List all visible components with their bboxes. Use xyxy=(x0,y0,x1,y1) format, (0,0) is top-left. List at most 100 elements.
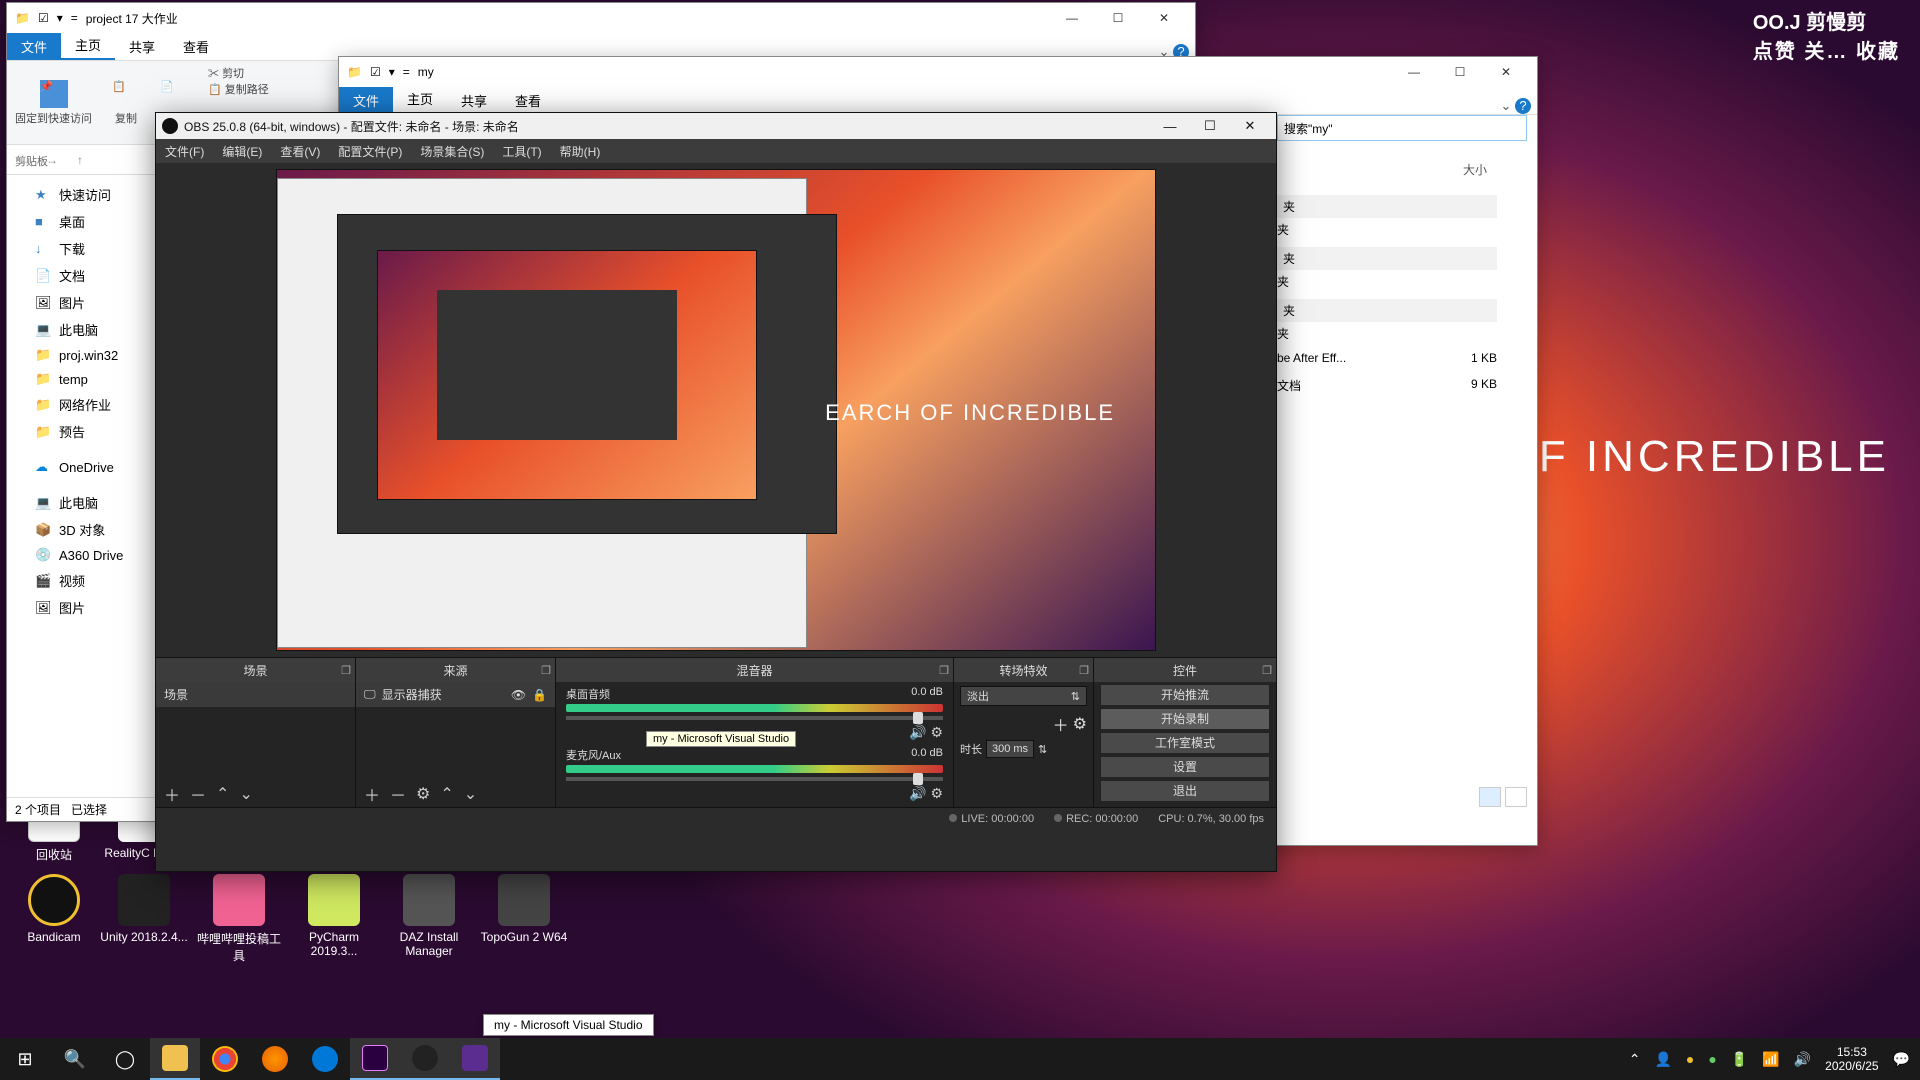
titlebar[interactable]: 📁 ☑ ▾= project 17 大作业 — ☐ ✕ xyxy=(7,3,1195,33)
obs-titlebar[interactable]: OBS 25.0.8 (64-bit, windows) - 配置文件: 未命名… xyxy=(156,113,1276,139)
studio-mode-button[interactable]: 工作室模式 xyxy=(1100,732,1270,754)
view-icons-button[interactable] xyxy=(1505,787,1527,807)
volume-slider[interactable] xyxy=(566,716,943,720)
list-item[interactable]: 夹 xyxy=(1277,325,1497,342)
ribbon-pin-to-quick[interactable]: 📌固定到快速访问 xyxy=(15,65,92,140)
close-button[interactable]: ✕ xyxy=(1483,57,1529,87)
detach-icon[interactable]: ❐ xyxy=(341,664,351,677)
taskbar-app-firefox[interactable] xyxy=(250,1038,300,1080)
move-up-button[interactable]: ⌃ xyxy=(440,784,453,804)
notifications-icon[interactable]: 💬 xyxy=(1893,1051,1910,1068)
tab-share[interactable]: 共享 xyxy=(115,33,169,60)
taskbar-app-obs[interactable] xyxy=(400,1038,450,1080)
list-item[interactable]: 夹 xyxy=(1277,247,1497,270)
search-input[interactable]: 搜索"my" xyxy=(1277,115,1527,141)
close-button[interactable]: ✕ xyxy=(1230,113,1270,139)
ribbon-copy-path[interactable]: 📋 复制路径 xyxy=(208,81,269,97)
start-button[interactable]: ⊞ xyxy=(0,1038,50,1080)
menu-tools[interactable]: 工具(T) xyxy=(493,143,550,160)
desktop-icon-bandicam[interactable]: Bandicam xyxy=(10,874,98,944)
tray-volume-icon[interactable]: 🔊 xyxy=(1794,1051,1811,1068)
obs-preview[interactable]: EARCH OF INCREDIBLE xyxy=(276,169,1156,651)
taskbar-app-explorer[interactable] xyxy=(150,1038,200,1080)
add-scene-button[interactable]: ＋ xyxy=(164,782,180,806)
minimize-button[interactable]: — xyxy=(1391,57,1437,87)
move-up-button[interactable]: ⌃ xyxy=(216,784,229,804)
menu-file[interactable]: 文件(F) xyxy=(156,143,213,160)
source-item[interactable]: 🖵 显示器捕获 👁 🔒 xyxy=(356,682,555,707)
tab-view[interactable]: 查看 xyxy=(501,87,555,114)
detach-icon[interactable]: ❐ xyxy=(1079,664,1089,677)
tray-bandicam-icon[interactable]: ● xyxy=(1686,1051,1694,1067)
tab-file[interactable]: 文件 xyxy=(339,87,393,114)
maximize-button[interactable]: ☐ xyxy=(1095,3,1141,33)
tab-home[interactable]: 主页 xyxy=(61,31,115,60)
detach-icon[interactable]: ❐ xyxy=(939,664,949,677)
list-item[interactable]: 夹 xyxy=(1277,273,1497,290)
nav-up[interactable]: ↑ xyxy=(69,149,91,171)
taskbar-app-premiere[interactable] xyxy=(350,1038,400,1080)
list-item[interactable]: 夹 xyxy=(1277,221,1497,238)
settings-button[interactable]: 设置 xyxy=(1100,756,1270,778)
exit-button[interactable]: 退出 xyxy=(1100,780,1270,802)
desktop-icon-topogun[interactable]: TopoGun 2 W64 xyxy=(480,874,568,944)
tray-people-icon[interactable]: 👤 xyxy=(1654,1051,1671,1068)
desktop-icon-pycharm[interactable]: PyCharm 2019.3... xyxy=(290,874,378,958)
remove-scene-button[interactable]: － xyxy=(190,782,206,806)
remove-source-button[interactable]: － xyxy=(390,782,406,806)
visibility-icon[interactable]: 👁 xyxy=(511,688,526,702)
tab-home[interactable]: 主页 xyxy=(393,85,447,114)
minimize-button[interactable]: — xyxy=(1150,113,1190,139)
tab-share[interactable]: 共享 xyxy=(447,87,501,114)
taskbar-app-edge[interactable] xyxy=(300,1038,350,1080)
search-button[interactable]: 🔍 xyxy=(50,1038,100,1080)
detach-icon[interactable]: ❐ xyxy=(1262,664,1272,677)
taskbar-app-visual-studio[interactable] xyxy=(450,1038,500,1080)
list-item[interactable]: 文档9 KB xyxy=(1277,377,1497,394)
ribbon-cut[interactable]: ✂ 剪切 xyxy=(208,65,269,81)
view-details-button[interactable] xyxy=(1479,787,1501,807)
lock-icon[interactable]: 🔒 xyxy=(532,688,547,702)
gear-icon[interactable]: ⚙ xyxy=(930,724,943,740)
transition-select[interactable]: 淡出⇅ xyxy=(960,686,1087,706)
mute-button[interactable]: 🔊 xyxy=(909,724,926,740)
list-item[interactable]: 夹 xyxy=(1277,195,1497,218)
maximize-button[interactable]: ☐ xyxy=(1190,113,1230,139)
tab-file[interactable]: 文件 xyxy=(7,33,61,60)
menu-profile[interactable]: 配置文件(P) xyxy=(329,143,411,160)
menu-scene-collection[interactable]: 场景集合(S) xyxy=(411,143,493,160)
minimize-button[interactable]: — xyxy=(1049,3,1095,33)
list-item[interactable]: be After Eff...1 KB xyxy=(1277,351,1497,365)
transition-settings-button[interactable]: ⚙ xyxy=(1073,714,1087,734)
tray-battery-icon[interactable]: 🔋 xyxy=(1731,1051,1748,1068)
duration-input[interactable] xyxy=(986,740,1034,758)
move-down-button[interactable]: ⌄ xyxy=(239,784,252,804)
titlebar[interactable]: 📁 ☑▾= my — ☐ ✕ xyxy=(339,57,1537,87)
desktop-icon-unity[interactable]: Unity 2018.2.4... xyxy=(100,874,188,944)
column-header-size[interactable]: 大小 xyxy=(1463,161,1487,178)
list-item[interactable]: 夹 xyxy=(1277,299,1497,322)
taskbar-app-chrome[interactable] xyxy=(200,1038,250,1080)
tray-network-icon[interactable]: 📶 xyxy=(1762,1051,1779,1068)
ribbon-copy[interactable]: 📋复制 xyxy=(112,65,140,140)
gear-icon[interactable]: ⚙ xyxy=(930,785,943,801)
task-view-button[interactable]: ◯ xyxy=(100,1038,150,1080)
scene-item[interactable]: 场景 xyxy=(156,682,355,707)
tray-input-icon[interactable]: ● xyxy=(1708,1051,1716,1067)
taskbar-clock[interactable]: 15:53 2020/6/25 xyxy=(1825,1045,1878,1074)
close-button[interactable]: ✕ xyxy=(1141,3,1187,33)
menu-view[interactable]: 查看(V) xyxy=(271,143,329,160)
start-recording-button[interactable]: 开始录制 xyxy=(1100,708,1270,730)
tab-view[interactable]: 查看 xyxy=(169,33,223,60)
tray-overflow-icon[interactable]: ⌃ xyxy=(1629,1051,1641,1068)
desktop-icon-daz-install[interactable]: DAZ Install Manager xyxy=(385,874,473,958)
maximize-button[interactable]: ☐ xyxy=(1437,57,1483,87)
source-settings-button[interactable]: ⚙ xyxy=(416,784,430,804)
add-transition-button[interactable]: ＋ xyxy=(1053,712,1069,736)
detach-icon[interactable]: ❐ xyxy=(541,664,551,677)
menu-edit[interactable]: 编辑(E) xyxy=(213,143,271,160)
volume-slider[interactable] xyxy=(566,777,943,781)
mute-button[interactable]: 🔊 xyxy=(909,785,926,801)
desktop-icon-bilibili[interactable]: 哔哩哔哩投稿工具 xyxy=(195,874,283,964)
move-down-button[interactable]: ⌄ xyxy=(464,784,477,804)
